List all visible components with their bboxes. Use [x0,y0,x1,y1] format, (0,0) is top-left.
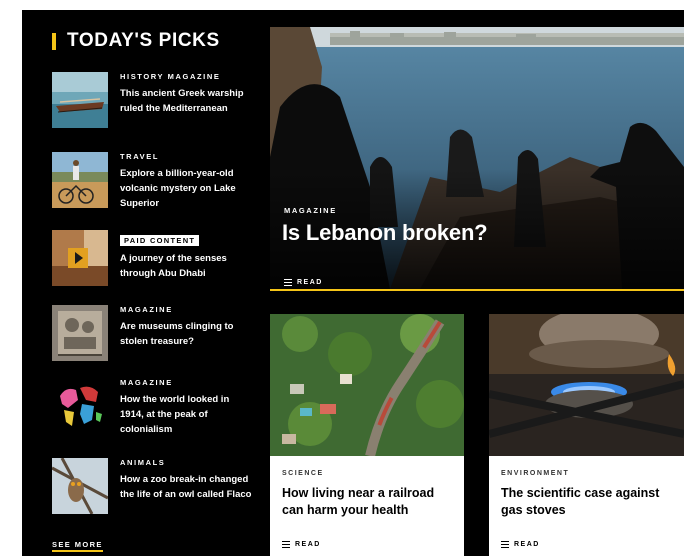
card-title: How living near a railroad can harm your… [282,486,435,517]
pick-kicker: ANIMALS [120,458,166,467]
card-read-link[interactable]: READ [282,541,321,548]
read-icon [282,541,290,548]
todays-picks-heading: TODAY'S PICKS [52,30,220,52]
read-label: READ [514,541,540,548]
card-kicker: ENVIRONMENT [501,470,570,477]
pick-thumbnail [52,230,108,286]
pick-title: Are museums clinging to stolen treasure? [120,321,234,347]
page: TODAY'S PICKS HISTORY MAGAZINE This anci… [22,10,684,556]
pick-title: Explore a billion-year-old volcanic myst… [120,168,236,209]
todays-picks-sidebar: TODAY'S PICKS HISTORY MAGAZINE This anci… [22,10,260,556]
pick-kicker: HISTORY MAGAZINE [120,72,221,81]
card-image [489,314,684,456]
pick-kicker: TRAVEL [120,152,160,161]
pick-item-greek-warship[interactable]: HISTORY MAGAZINE This ancient Greek wars… [52,72,257,132]
pick-thumbnail [52,72,108,128]
see-more-link[interactable]: SEE MORE [52,540,103,552]
hero-kicker: MAGAZINE [284,206,337,215]
hero-title: Is Lebanon broken? [282,220,488,245]
todays-picks-title: TODAY'S PICKS [67,30,220,51]
story-card-gas-stoves[interactable]: ENVIRONMENT The scientific case against … [489,314,684,556]
pick-thumbnail [52,378,108,434]
read-icon [501,541,509,548]
pick-title: How a zoo break-in changed the life of a… [120,474,252,500]
accent-bar [52,32,56,50]
pick-title: A journey of the senses through Abu Dhab… [120,253,227,279]
pick-title: How the world looked in 1914, at the pea… [120,394,230,435]
paid-content-badge: PAID CONTENT [120,235,200,246]
read-label: READ [295,541,321,548]
pick-kicker: MAGAZINE [120,305,173,314]
pick-item-lake-superior[interactable]: TRAVEL Explore a billion-year-old volcan… [52,152,257,212]
card-read-link[interactable]: READ [501,541,540,548]
pick-thumbnail [52,305,108,361]
story-card-railroad[interactable]: SCIENCE How living near a railroad can h… [270,314,464,556]
card-kicker: SCIENCE [282,470,324,477]
read-icon [284,279,292,286]
pick-item-museums[interactable]: MAGAZINE Are museums clinging to stolen … [52,305,257,365]
pick-thumbnail [52,152,108,208]
pick-kicker: MAGAZINE [120,378,173,387]
pick-item-world-1914[interactable]: MAGAZINE How the world looked in 1914, a… [52,378,257,438]
pick-item-zoo-owl[interactable]: ANIMALS How a zoo break-in changed the l… [52,458,257,518]
hero-read-link[interactable]: READ [284,279,323,286]
pick-thumbnail [52,458,108,514]
read-label: READ [297,279,323,286]
pick-item-abu-dhabi[interactable]: PAID CONTENT A journey of the senses thr… [52,230,257,290]
card-image [270,314,464,456]
hero-accent-line [270,289,684,291]
hero-story-lebanon[interactable]: MAGAZINE Is Lebanon broken? READ [270,27,684,289]
pick-title: This ancient Greek warship ruled the Med… [120,88,244,114]
card-title: The scientific case against gas stoves [501,486,660,517]
